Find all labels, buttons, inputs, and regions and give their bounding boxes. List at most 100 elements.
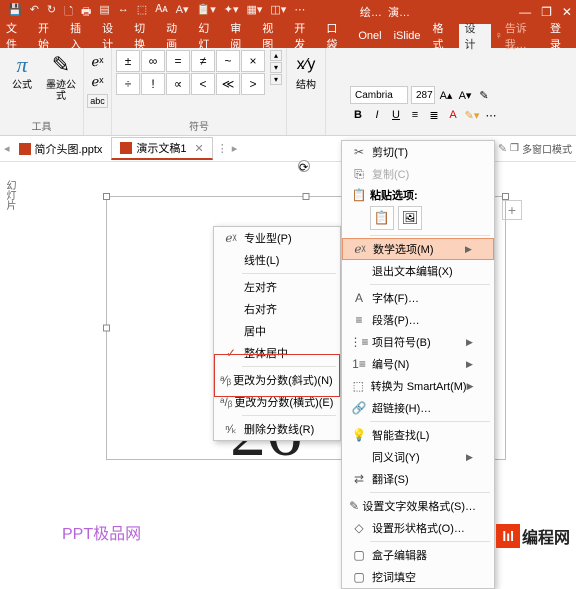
menu-item-hyperlink[interactable]: 🔗 超链接(H)… [342,397,494,419]
toolbar-icon[interactable]: ✎ [495,142,510,155]
restore-button[interactable]: ❐ [541,5,552,19]
menu-item-box-editor[interactable]: ▢ 盒子编辑器 [342,544,494,566]
doc-tab[interactable]: 简介头图.pptx [10,138,112,160]
tab-view[interactable]: 视图 [256,24,288,48]
tab-home[interactable]: 开始 [32,24,64,48]
align-button[interactable]: ≣ [426,107,442,123]
redo-icon[interactable]: ↻ [47,3,56,22]
menu-item-center[interactable]: 居中 [214,320,340,342]
save-icon[interactable]: 💾 [8,3,22,22]
menu-item-professional[interactable]: ℯᵡ 专业型(P) [214,227,340,249]
menu-item-remove-fraction[interactable]: ⁿ⁄ₖ 删除分数线(R) [214,418,340,440]
tab-format[interactable]: 格式 [427,24,459,48]
tab-review[interactable]: 审阅 [224,24,256,48]
font-name-combo[interactable]: Cambria [350,86,408,104]
add-element-button[interactable]: + [502,200,522,220]
symbol-more[interactable]: ▾ [270,74,282,85]
symbol-button[interactable]: = [166,50,190,72]
menu-item-synonyms[interactable]: 同义词(Y) ▶ [342,446,494,468]
menu-item-bullets[interactable]: ⋮≡ 项目符号(B) ▶ [342,331,494,353]
menu-item-dig-blank[interactable]: ▢ 挖词填空 [342,566,494,588]
convert-icon[interactable]: ℯˣ [92,74,104,90]
symbol-button[interactable]: ! [141,73,165,95]
symbol-button[interactable]: × [241,50,265,72]
menu-item-center-all[interactable]: ✓ 整体居中 [214,342,340,364]
menu-item-cut[interactable]: ✂ 剪切(T) [342,141,494,163]
tab-pocket[interactable]: 口袋 [320,24,352,48]
menu-item-translate[interactable]: ⇄ 翻译(S) [342,468,494,490]
menu-item-numbering[interactable]: 1≡ 编号(N) ▶ [342,353,494,375]
tab-islide[interactable]: iSlide [388,24,427,48]
tab-design[interactable]: 设计 [96,24,128,48]
structure-button[interactable]: x⁄y 结构 [291,50,321,91]
paste-option-picture[interactable]: 🖼 [398,206,422,230]
menu-item-align-left[interactable]: 左对齐 [214,276,340,298]
qat-more-icon[interactable]: ⋯ [294,3,305,22]
ink-equation-button[interactable]: ✎ 墨迹公式 [43,50,79,102]
tab-developer[interactable]: 开发 [288,24,320,48]
resize-handle[interactable] [103,193,110,200]
minimize-button[interactable]: — [519,5,531,19]
symbol-button[interactable]: < [191,73,215,95]
symbol-button[interactable]: ~ [216,50,240,72]
qat-icon[interactable]: 🖶 [81,3,91,22]
qat-icon[interactable]: ◫▾ [270,3,286,22]
menu-item-fraction-slash[interactable]: ᵃ⁄ᵦ 更改为分数(斜式)(N) [214,369,340,391]
underline-button[interactable]: U [388,107,404,123]
close-tab-icon[interactable]: ✕ [195,142,204,155]
font-size-combo[interactable]: 287 [411,86,435,104]
symbol-button[interactable]: ± [116,50,140,72]
menu-item-shape-format[interactable]: ◇ 设置形状格式(O)… [342,517,494,539]
grow-font-icon[interactable]: A▴ [438,87,454,103]
font-color-icon[interactable]: A [445,107,461,123]
bold-button[interactable]: B [350,107,366,123]
symbol-button[interactable]: ∝ [166,73,190,95]
tab-onekey[interactable]: Onel [352,24,387,48]
qat-icon[interactable]: ↔ [118,3,129,22]
paste-option-keep-source[interactable]: 📋 [370,206,394,230]
tell-me-search[interactable]: ♀ 告诉我… [495,20,544,52]
doc-tab-active[interactable]: 演示文稿1 ✕ [111,137,212,160]
menu-item-convert-smartart[interactable]: ⬚ 转换为 SmartArt(M) ▶ [342,375,494,397]
menu-item-smart-lookup[interactable]: 💡 智能查找(L) [342,424,494,446]
convert-icon[interactable]: ℯˣ [92,54,104,70]
resize-handle[interactable] [103,325,110,332]
menu-item-exit-text-edit[interactable]: 退出文本编辑(X) [342,260,494,282]
qat-icon[interactable]: 📋▾ [197,3,216,22]
qat-icon[interactable]: 🗋 [64,3,73,22]
resize-handle[interactable] [303,193,310,200]
tab-insert[interactable]: 插入 [64,24,96,48]
symbol-button[interactable]: ≠ [191,50,215,72]
italic-button[interactable]: I [369,107,385,123]
symbol-button[interactable]: ≪ [216,73,240,95]
menu-item-math-options[interactable]: ℯᵡ 数学选项(M) ▶ [342,238,494,260]
symbol-button[interactable]: ÷ [116,73,140,95]
equation-button[interactable]: π 公式 [4,50,40,91]
tab-file[interactable]: 文件 [0,24,32,48]
menu-item-paragraph[interactable]: ≡ 段落(P)… [342,309,494,331]
doc-tab-more[interactable]: ⋮ [213,142,232,155]
login-button[interactable]: 登录 [544,20,576,52]
symbol-button[interactable]: > [241,73,265,95]
menu-item-fraction-horiz[interactable]: ᵃ/ᵦ 更改为分数(横式)(E) [214,391,340,413]
doc-tabs-next[interactable]: ▸ [232,142,238,155]
font-color-icon[interactable]: A▾ [176,3,189,22]
menu-item-linear[interactable]: 线性(L) [214,249,340,271]
format-painter-icon[interactable]: ✎ [476,87,492,103]
menu-item-font[interactable]: A 字体(F)… [342,287,494,309]
abc-label[interactable]: abc [87,94,108,108]
highlight-icon[interactable]: ✎▾ [464,107,480,123]
tab-slideshow[interactable]: 幻灯 [192,24,224,48]
qat-icon[interactable]: ▦▾ [246,3,262,22]
menu-item-text-effects[interactable]: ✎ 设置文字效果格式(S)… [342,495,494,517]
qat-icon[interactable]: ▤ [99,3,109,22]
resize-handle[interactable] [502,193,509,200]
align-button[interactable]: ≡ [407,107,423,123]
symbol-scroll-down[interactable]: ▾ [270,62,282,73]
qat-icon[interactable]: ⬚ [137,3,147,22]
more-icon[interactable]: ⋯ [483,107,499,123]
multi-window-toggle[interactable]: ❐ 多窗口模式 [510,141,572,156]
tab-transition[interactable]: 切换 [128,24,160,48]
menu-item-align-right[interactable]: 右对齐 [214,298,340,320]
symbol-scroll-up[interactable]: ▴ [270,50,282,61]
